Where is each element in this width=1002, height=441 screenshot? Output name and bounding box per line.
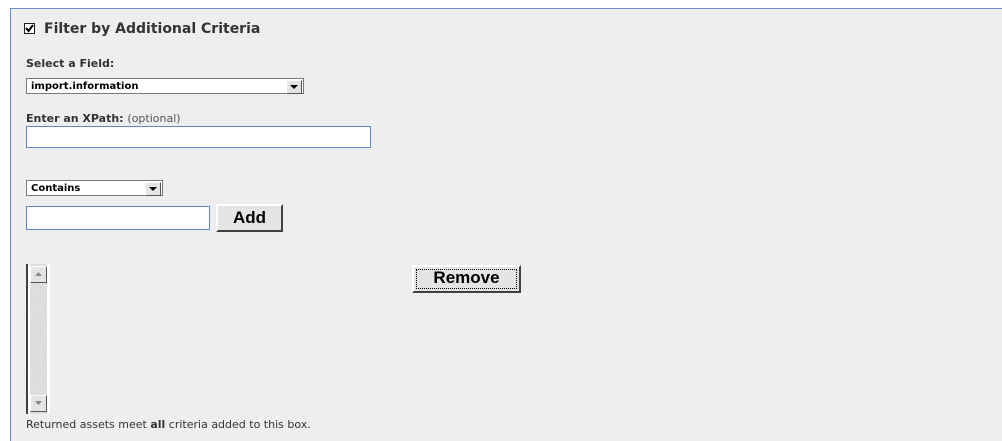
xpath-optional-note: (optional) bbox=[127, 112, 181, 125]
operator-dropdown-button[interactable] bbox=[145, 182, 161, 196]
field-label: Select a Field: bbox=[26, 57, 115, 70]
footer-note-pre: Returned assets meet bbox=[26, 418, 151, 431]
operator-select[interactable]: Contains bbox=[26, 180, 163, 196]
chevron-down-icon bbox=[149, 187, 157, 191]
filter-panel: Filter by Additional Criteria Select a F… bbox=[10, 8, 1002, 441]
scroll-down-button[interactable] bbox=[30, 395, 47, 412]
xpath-input[interactable] bbox=[26, 126, 371, 148]
remove-button[interactable]: Remove bbox=[412, 265, 521, 293]
footer-note-post: criteria added to this box. bbox=[165, 418, 311, 431]
footer-note-bold: all bbox=[150, 418, 166, 431]
xpath-label-text: Enter an XPath: bbox=[26, 112, 124, 125]
chevron-down-icon bbox=[290, 85, 298, 89]
chevron-up-icon bbox=[35, 272, 42, 276]
add-button[interactable]: Add bbox=[216, 204, 283, 232]
scroll-up-button[interactable] bbox=[30, 266, 47, 283]
filter-checkbox[interactable] bbox=[24, 23, 35, 34]
criteria-listbox[interactable] bbox=[26, 264, 50, 414]
criteria-input[interactable] bbox=[26, 206, 210, 230]
field-select[interactable]: import.information bbox=[26, 78, 304, 94]
operator-select-value: Contains bbox=[31, 183, 81, 194]
field-dropdown-button[interactable] bbox=[286, 80, 302, 94]
listbox-scrollbar[interactable] bbox=[30, 264, 47, 414]
filter-title: Filter by Additional Criteria bbox=[44, 21, 261, 37]
checkmark-icon bbox=[25, 24, 34, 33]
footer-note: Returned assets meet all criteria added … bbox=[26, 418, 311, 431]
xpath-label: Enter an XPath: (optional) bbox=[26, 112, 181, 125]
chevron-down-icon bbox=[35, 401, 42, 405]
field-select-value: import.information bbox=[31, 81, 139, 92]
